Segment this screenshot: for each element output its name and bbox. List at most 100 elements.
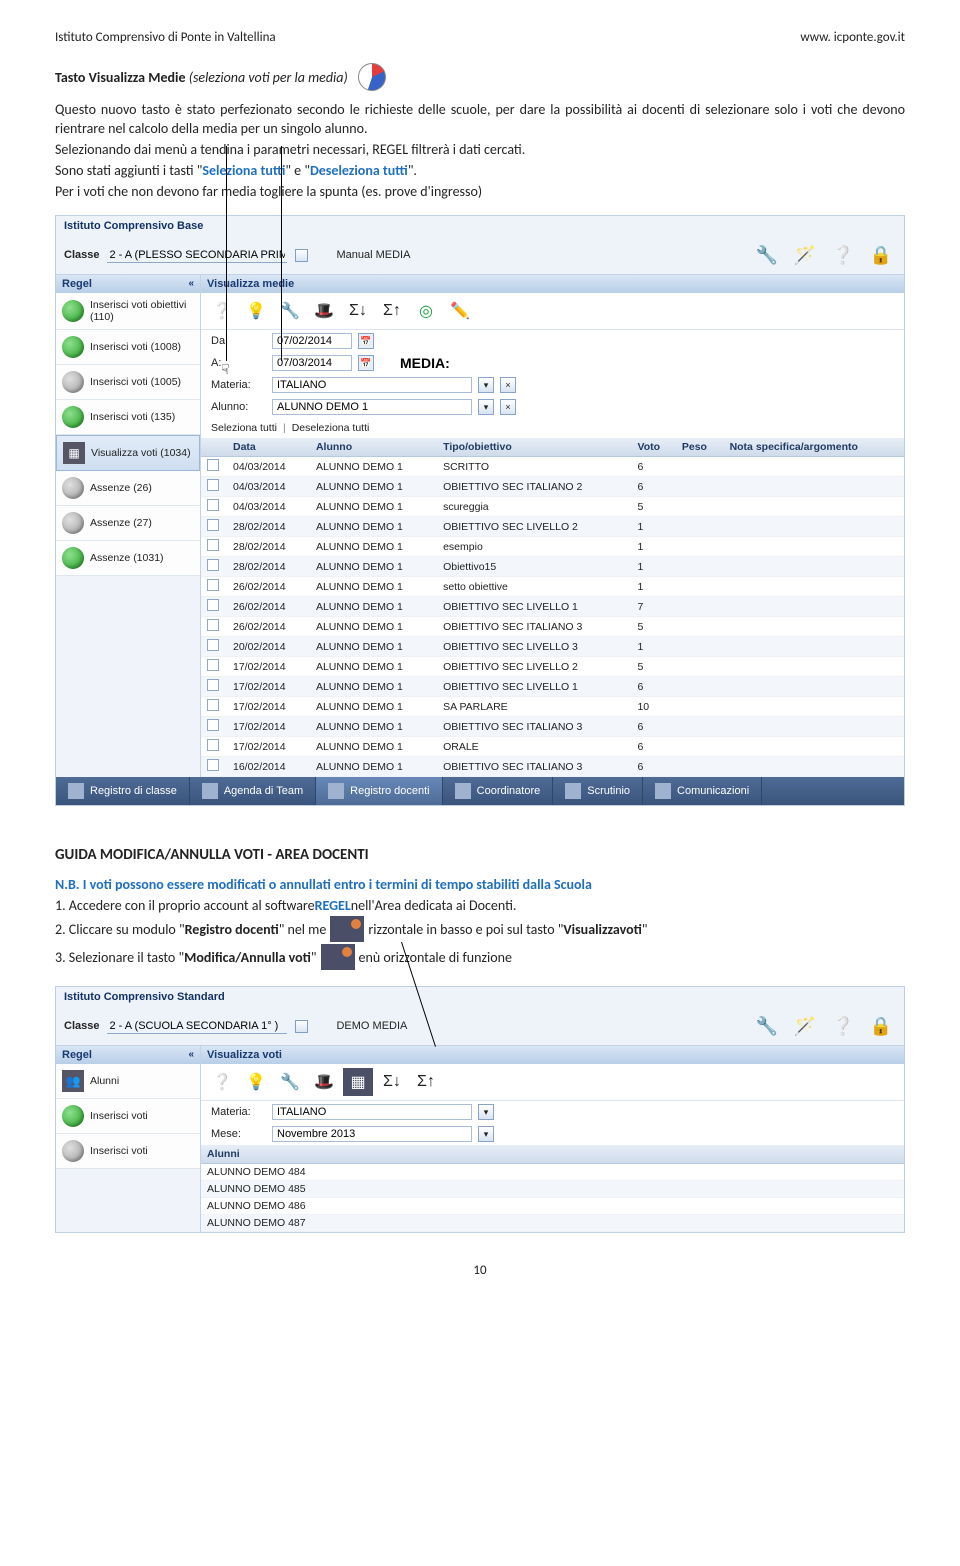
row-checkbox[interactable] <box>207 759 219 771</box>
deselect-all-link[interactable]: Deseleziona tutti <box>292 422 370 434</box>
strip-sigma-icon[interactable]: Σ↓ <box>343 297 373 325</box>
strip-sigma-icon[interactable]: Σ↓ <box>377 1068 407 1096</box>
row-checkbox[interactable] <box>207 679 219 691</box>
help-icon[interactable]: ❔ <box>828 240 858 270</box>
table-row[interactable]: 26/02/2014ALUNNO DEMO 1setto obiettive1 <box>201 577 904 597</box>
calendar-icon[interactable]: 📅 <box>358 333 374 349</box>
bottom-tab[interactable]: Agenda di Team <box>190 777 316 805</box>
strip-modifica-icon[interactable]: ▦ <box>343 1068 373 1096</box>
alunno-select[interactable] <box>272 399 472 415</box>
table-row[interactable]: 17/02/2014ALUNNO DEMO 1OBIETTIVO SEC LIV… <box>201 657 904 677</box>
table-row[interactable]: 04/03/2014ALUNNO DEMO 1scureggia5 <box>201 497 904 517</box>
materia-select-2[interactable] <box>272 1104 472 1120</box>
classe-dropdown-icon[interactable] <box>295 1020 308 1033</box>
sidebar-item[interactable]: Inserisci voti <box>56 1134 200 1169</box>
sidebar-item[interactable]: Assenze (1031) <box>56 541 200 576</box>
bottom-tab[interactable]: Registro di classe <box>56 777 190 805</box>
clear-icon[interactable]: × <box>500 399 516 415</box>
row-checkbox[interactable] <box>207 539 219 551</box>
row-checkbox[interactable] <box>207 599 219 611</box>
strip-idea-icon[interactable]: 💡 <box>241 297 271 325</box>
strip-idea-icon[interactable]: 💡 <box>241 1068 271 1096</box>
table-row[interactable]: 28/02/2014ALUNNO DEMO 1OBIETTIVO SEC LIV… <box>201 517 904 537</box>
sidebar-item[interactable]: Inserisci voti (1008) <box>56 330 200 365</box>
calendar-icon[interactable]: 📅 <box>358 355 374 371</box>
a-label: A: <box>211 357 266 369</box>
row-checkbox[interactable] <box>207 699 219 711</box>
strip-wrench-icon[interactable]: 🔧 <box>275 297 305 325</box>
table-row[interactable]: 17/02/2014ALUNNO DEMO 1OBIETTIVO SEC LIV… <box>201 677 904 697</box>
row-checkbox[interactable] <box>207 479 219 491</box>
row-checkbox[interactable] <box>207 579 219 591</box>
chevron-down-icon[interactable]: ▾ <box>478 1126 494 1142</box>
sidebar-item[interactable]: Inserisci voti (135) <box>56 400 200 435</box>
table-row[interactable]: ALUNNO DEMO 486 <box>201 1198 904 1215</box>
strip-wrench-icon[interactable]: 🔧 <box>275 1068 305 1096</box>
classe-dropdown-icon[interactable] <box>295 249 308 262</box>
strip-sigma2-icon[interactable]: Σ↑ <box>377 297 407 325</box>
sidebar-item[interactable]: Assenze (27) <box>56 506 200 541</box>
table-row[interactable]: ALUNNO DEMO 487 <box>201 1215 904 1232</box>
strip-sigma2-icon[interactable]: Σ↑ <box>411 1068 441 1096</box>
chevron-down-icon[interactable]: ▾ <box>478 1104 494 1120</box>
strip-help-icon[interactable]: ❔ <box>207 1068 237 1096</box>
a-input[interactable] <box>272 355 352 371</box>
classe-select[interactable] <box>107 248 287 263</box>
table-row[interactable]: 28/02/2014ALUNNO DEMO 1esempio1 <box>201 537 904 557</box>
row-checkbox[interactable] <box>207 519 219 531</box>
table-row[interactable]: 26/02/2014ALUNNO DEMO 1OBIETTIVO SEC ITA… <box>201 617 904 637</box>
sidebar-item[interactable]: Inserisci voti <box>56 1099 200 1134</box>
strip-edit-icon[interactable]: ✏️ <box>445 297 475 325</box>
lock-icon[interactable]: 🔒 <box>866 1011 896 1041</box>
row-checkbox[interactable] <box>207 739 219 751</box>
table-row[interactable]: 17/02/2014ALUNNO DEMO 1ORALE6 <box>201 737 904 757</box>
sidebar-item[interactable]: ▦Visualizza voti (1034) <box>56 435 200 471</box>
strip-target-icon[interactable]: ◎ <box>411 297 441 325</box>
tab-icon <box>455 783 471 799</box>
sidebar-item[interactable]: Inserisci voti obiettivi (110) <box>56 293 200 330</box>
sidebar-item[interactable]: Inserisci voti (1005) <box>56 365 200 400</box>
sidebar-item[interactable]: Assenze (26) <box>56 471 200 506</box>
tool-icon-2[interactable]: 🪄 <box>790 240 820 270</box>
strip-people-icon[interactable]: 🎩 <box>309 1068 339 1096</box>
row-checkbox[interactable] <box>207 719 219 731</box>
table-row[interactable]: 20/02/2014ALUNNO DEMO 1OBIETTIVO SEC LIV… <box>201 637 904 657</box>
table-row[interactable]: 26/02/2014ALUNNO DEMO 1OBIETTIVO SEC LIV… <box>201 597 904 617</box>
chevron-down-icon[interactable]: ▾ <box>478 377 494 393</box>
row-checkbox[interactable] <box>207 459 219 471</box>
bottom-tab[interactable]: Coordinatore <box>443 777 554 805</box>
select-all-link[interactable]: Seleziona tutti <box>211 422 277 434</box>
table-row[interactable]: 04/03/2014ALUNNO DEMO 1OBIETTIVO SEC ITA… <box>201 477 904 497</box>
tool-icon-2[interactable]: 🪄 <box>790 1011 820 1041</box>
row-checkbox[interactable] <box>207 619 219 631</box>
bottom-tab[interactable]: Scrutinio <box>553 777 643 805</box>
collapse-icon[interactable]: « <box>188 278 194 290</box>
bottom-tab[interactable]: Comunicazioni <box>643 777 762 805</box>
row-checkbox[interactable] <box>207 499 219 511</box>
table-row[interactable]: 04/03/2014ALUNNO DEMO 1SCRITTO6 <box>201 457 904 477</box>
clear-icon[interactable]: × <box>500 377 516 393</box>
table-row[interactable]: ALUNNO DEMO 484 <box>201 1164 904 1181</box>
tool-icon-1[interactable]: 🔧 <box>752 240 782 270</box>
row-checkbox[interactable] <box>207 559 219 571</box>
table-row[interactable]: 16/02/2014ALUNNO DEMO 1OBIETTIVO SEC ITA… <box>201 757 904 777</box>
help-icon[interactable]: ❔ <box>828 1011 858 1041</box>
table-row[interactable]: ALUNNO DEMO 485 <box>201 1181 904 1198</box>
strip-people-icon[interactable]: 🎩 <box>309 297 339 325</box>
chevron-down-icon[interactable]: ▾ <box>478 399 494 415</box>
mese-select[interactable] <box>272 1126 472 1142</box>
strip-help-icon[interactable]: ❔ <box>207 297 237 325</box>
bottom-tab[interactable]: Registro docenti <box>316 777 443 805</box>
da-input[interactable] <box>272 333 352 349</box>
row-checkbox[interactable] <box>207 639 219 651</box>
row-checkbox[interactable] <box>207 659 219 671</box>
table-row[interactable]: 17/02/2014ALUNNO DEMO 1OBIETTIVO SEC ITA… <box>201 717 904 737</box>
table-row[interactable]: 17/02/2014ALUNNO DEMO 1SA PARLARE10 <box>201 697 904 717</box>
materia-select[interactable] <box>272 377 472 393</box>
collapse-icon[interactable]: « <box>188 1049 194 1061</box>
table-row[interactable]: 28/02/2014ALUNNO DEMO 1Obiettivo151 <box>201 557 904 577</box>
sidebar-item[interactable]: 👥Alunni <box>56 1064 200 1099</box>
tool-icon-1[interactable]: 🔧 <box>752 1011 782 1041</box>
lock-icon[interactable]: 🔒 <box>866 240 896 270</box>
classe-select-2[interactable] <box>107 1019 287 1034</box>
